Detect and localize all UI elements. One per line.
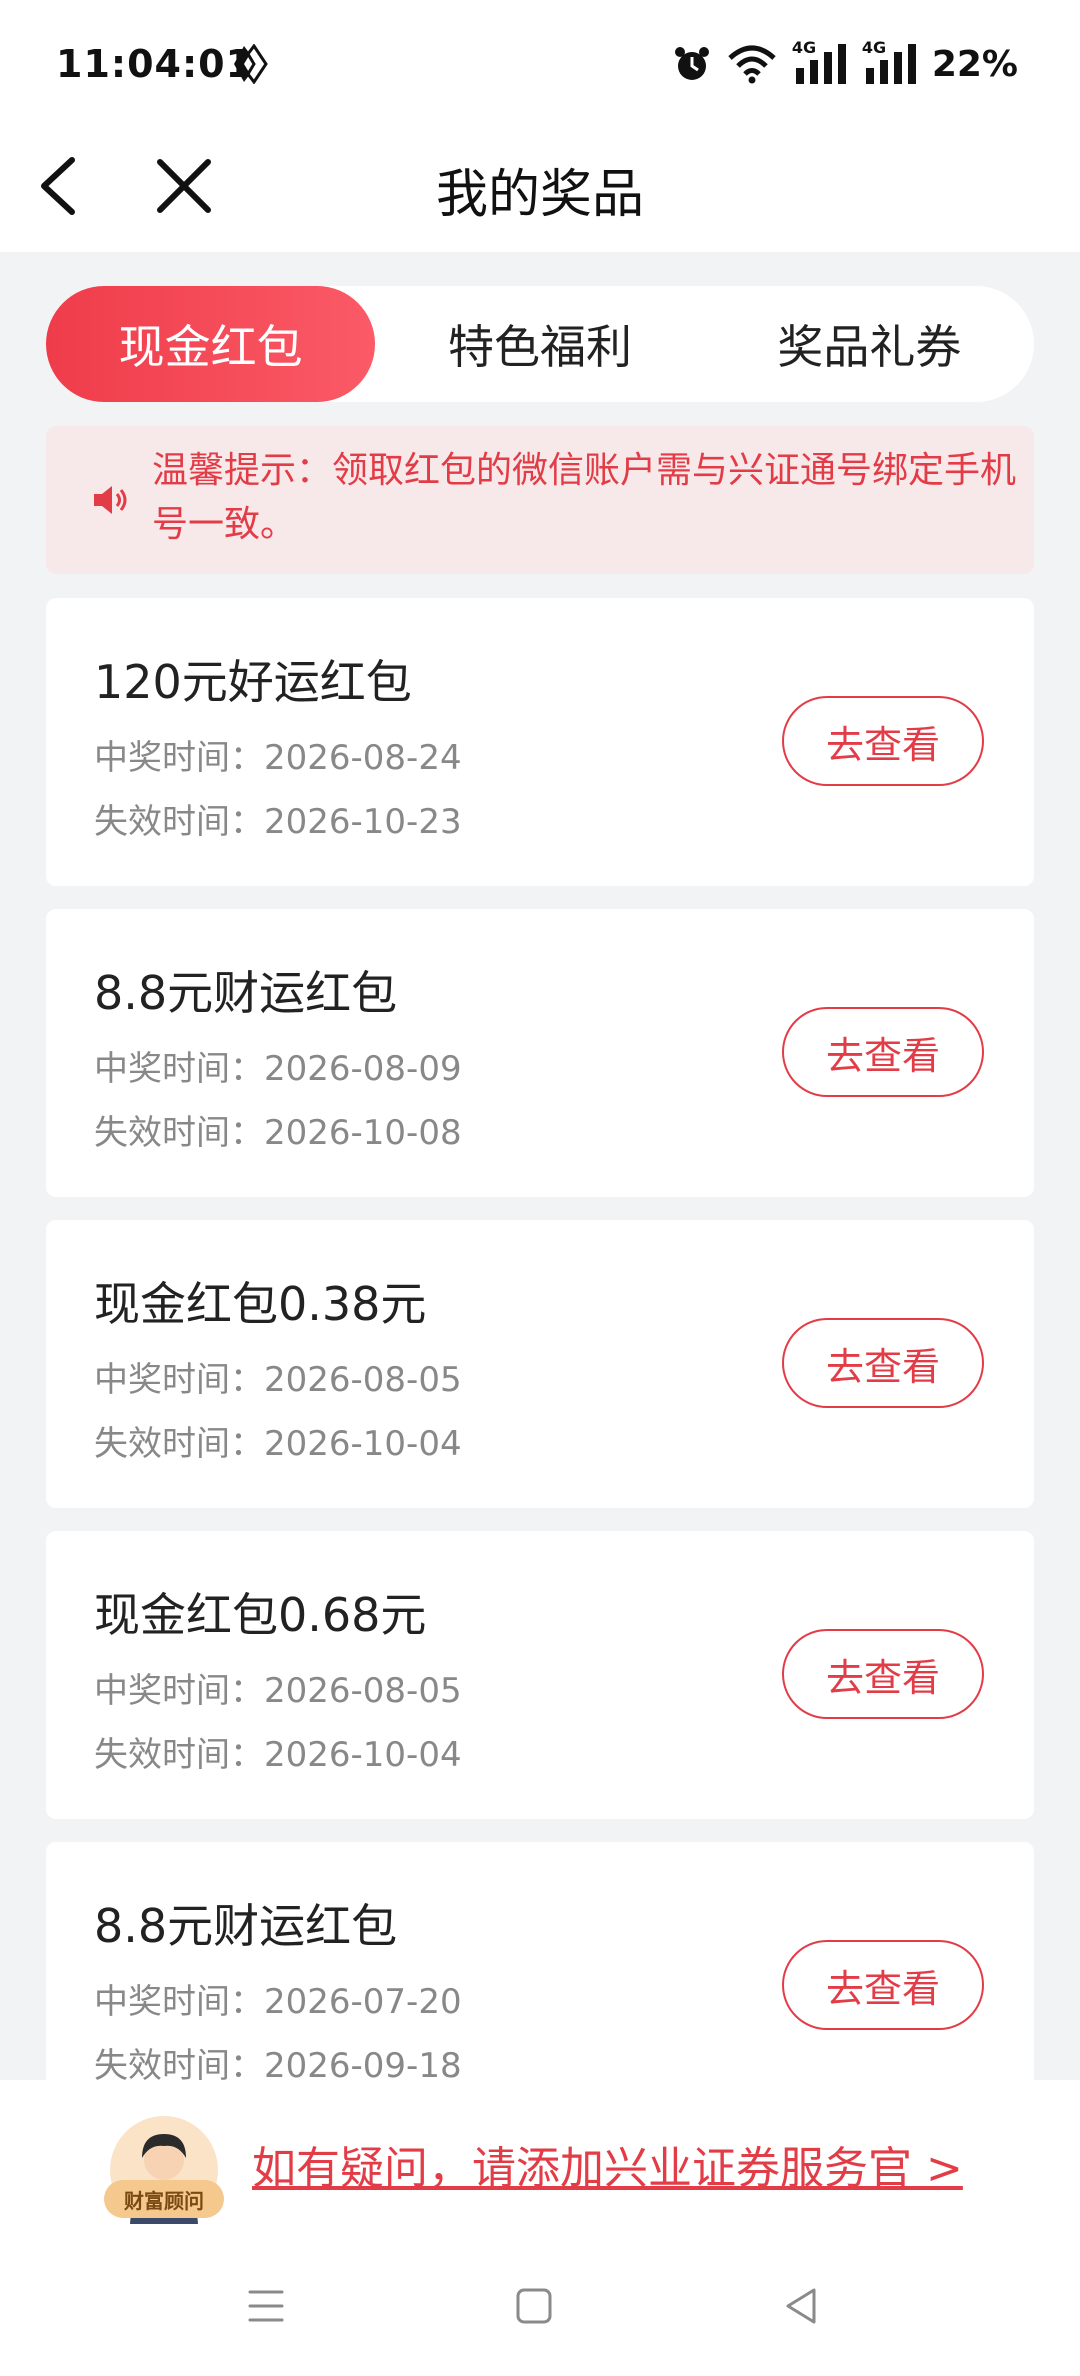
prize-card: 120元好运红包 中奖时间：2026-08-24 失效时间：2026-10-23… bbox=[46, 598, 1034, 886]
home-icon[interactable] bbox=[504, 2276, 564, 2336]
app-notification-icon bbox=[234, 44, 268, 84]
prize-title: 8.8元财运红包 bbox=[94, 1899, 398, 1953]
prize-card: 现金红包0.38元 中奖时间：2026-08-05 失效时间：2026-10-0… bbox=[46, 1220, 1034, 1508]
prize-title: 现金红包0.38元 bbox=[94, 1277, 427, 1331]
prize-win-time: 中奖时间：2026-07-20 bbox=[94, 1982, 462, 2022]
nav-bar: 我的奖品 bbox=[0, 120, 1080, 252]
prize-expire-time: 失效时间：2026-10-23 bbox=[94, 802, 462, 842]
tip-text: 温馨提示：领取红包的微信账户需与兴证通号绑定手机号一致。 bbox=[152, 450, 1017, 545]
alarm-icon bbox=[674, 47, 709, 80]
view-prize-button[interactable]: 去查看 bbox=[782, 1007, 984, 1097]
view-prize-button[interactable]: 去查看 bbox=[782, 1629, 984, 1719]
speaker-icon bbox=[94, 486, 127, 514]
page-title: 我的奖品 bbox=[435, 165, 644, 225]
advisor-badge: 财富顾问 bbox=[104, 2180, 224, 2218]
advisor-footer: 财富顾问 如有疑问，请添加兴业证券服务官 > bbox=[0, 2080, 1080, 2376]
add-service-advisor-link[interactable]: 如有疑问，请添加兴业证券服务官 > bbox=[252, 2132, 963, 2196]
tab-prize-coupons[interactable]: 奖品礼券 bbox=[705, 286, 1034, 402]
prize-win-time: 中奖时间：2026-08-05 bbox=[94, 1360, 462, 1400]
view-prize-button[interactable]: 去查看 bbox=[782, 696, 984, 786]
tab-special-benefits[interactable]: 特色福利 bbox=[375, 286, 704, 402]
system-nav-bar bbox=[0, 2236, 1080, 2376]
view-prize-button[interactable]: 去查看 bbox=[782, 1318, 984, 1408]
battery-percentage: 22% bbox=[931, 43, 1018, 85]
prize-tabs: 现金红包 特色福利 奖品礼券 bbox=[46, 286, 1034, 402]
prize-list: 120元好运红包 中奖时间：2026-08-24 失效时间：2026-10-23… bbox=[46, 598, 1034, 2153]
view-prize-button[interactable]: 去查看 bbox=[782, 1940, 984, 2030]
prize-win-time: 中奖时间：2026-08-05 bbox=[94, 1671, 462, 1711]
status-bar: 11:04:01 4G 4G 22% bbox=[0, 0, 1080, 120]
prize-expire-time: 失效时间：2026-10-04 bbox=[94, 1424, 462, 1464]
prize-title: 8.8元财运红包 bbox=[94, 966, 398, 1020]
prize-expire-time: 失效时间：2026-10-08 bbox=[94, 1113, 462, 1153]
tip-banner: 温馨提示：领取红包的微信账户需与兴证通号绑定手机号一致。 bbox=[46, 426, 1034, 574]
prize-win-time: 中奖时间：2026-08-24 bbox=[94, 738, 462, 778]
prize-expire-time: 失效时间：2026-10-04 bbox=[94, 1735, 462, 1775]
cellular-signal-1: 4G bbox=[792, 38, 848, 86]
menu-icon[interactable] bbox=[236, 2276, 296, 2336]
prize-title: 现金红包0.68元 bbox=[94, 1588, 427, 1642]
cellular-signal-2: 4G bbox=[862, 38, 918, 86]
back-triangle-icon[interactable] bbox=[772, 2276, 832, 2336]
signal-bars-icon bbox=[795, 44, 846, 84]
wifi-icon bbox=[728, 45, 776, 84]
prize-title: 120元好运红包 bbox=[94, 655, 412, 709]
prize-win-time: 中奖时间：2026-08-09 bbox=[94, 1049, 462, 1089]
prize-card: 8.8元财运红包 中奖时间：2026-08-09 失效时间：2026-10-08… bbox=[46, 909, 1034, 1197]
prize-card: 现金红包0.68元 中奖时间：2026-08-05 失效时间：2026-10-0… bbox=[46, 1531, 1034, 1819]
signal-bars-icon bbox=[865, 44, 916, 84]
tab-cash-red-packet[interactable]: 现金红包 bbox=[46, 286, 376, 402]
status-icons: 4G 4G 22% bbox=[672, 38, 1018, 88]
status-time: 11:04:01 bbox=[56, 42, 254, 86]
